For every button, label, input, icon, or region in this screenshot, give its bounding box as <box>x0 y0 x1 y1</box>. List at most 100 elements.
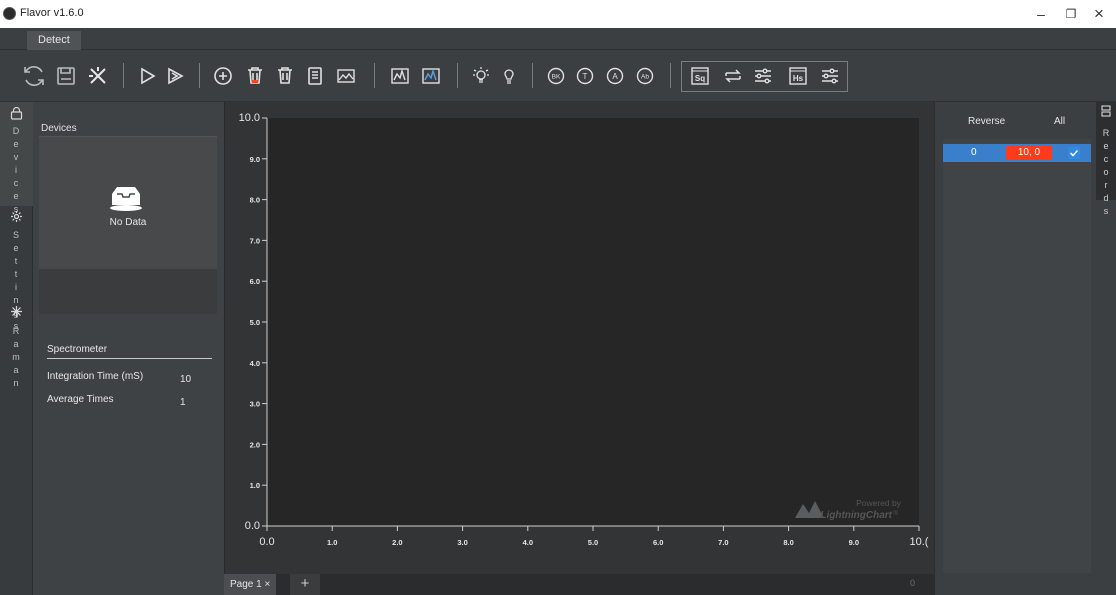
a-icon[interactable]: A <box>600 61 630 91</box>
vtab-raman-label: Raman <box>11 326 21 391</box>
tools-icon[interactable] <box>83 61 113 91</box>
hs-icon[interactable]: Hs <box>783 61 813 91</box>
left-tab-strip: Devices Settings Raman <box>0 102 33 595</box>
svg-text:BK: BK <box>552 74 561 81</box>
average-times-label: Average Times <box>47 394 114 405</box>
records-list: 0 10, 0 <box>943 139 1091 573</box>
y-tick-label: 2.0 <box>250 440 260 449</box>
light-off-icon[interactable] <box>494 61 524 91</box>
app-logo-icon <box>3 7 16 20</box>
toolbar-separator <box>123 63 124 88</box>
vtab-settings[interactable]: Settings <box>0 206 33 334</box>
bk-icon[interactable]: BK <box>541 61 571 91</box>
delete-red-icon[interactable] <box>240 61 270 91</box>
svg-text:T: T <box>583 72 588 81</box>
spectrum-icon[interactable] <box>385 61 415 91</box>
record-checkbox[interactable] <box>1068 147 1080 159</box>
record-value: 10, 0 <box>1006 146 1052 160</box>
spectrum-chart[interactable]: 0.0 1.0 2.0 3.0 4.0 5.0 6.0 7.0 8.0 9.0 10.0 0.0 1.… <box>224 102 934 574</box>
document-icon[interactable] <box>300 61 330 91</box>
svg-text:Ab: Ab <box>641 74 649 81</box>
play-outline-icon[interactable] <box>160 61 190 91</box>
device-list[interactable]: No Data <box>39 136 217 314</box>
y-tick-label: 1.0 <box>250 481 260 490</box>
vtab-raman[interactable]: Raman <box>0 302 33 402</box>
integration-time-value[interactable]: 10 <box>180 374 191 385</box>
image-icon[interactable] <box>331 61 361 91</box>
menu-tab-detect[interactable]: Detect <box>27 31 81 50</box>
all-header[interactable]: All <box>1054 116 1065 127</box>
delete-icon[interactable] <box>270 61 300 91</box>
t-icon[interactable]: T <box>570 61 600 91</box>
save-icon[interactable] <box>51 61 81 91</box>
window-title: Flavor v1.6.0 <box>20 7 84 19</box>
vtab-records[interactable]: Records <box>1096 102 1116 219</box>
x-tick-label: 10.( <box>910 536 929 548</box>
x-tick-label: 3.0 <box>457 538 467 547</box>
y-tick-label: 9.0 <box>250 155 260 164</box>
watermark-line2: LightningChart <box>820 510 892 521</box>
vtab-devices[interactable]: Devices <box>0 102 33 217</box>
page-tab-1[interactable]: Page 1 × <box>224 574 277 595</box>
y-tick-label: 10.0 <box>239 112 260 124</box>
page-tab-bar: Page 1 × + 0 <box>224 574 934 595</box>
close-button[interactable]: × <box>1085 4 1113 24</box>
add-page-button[interactable]: + <box>290 574 320 595</box>
empty-tray-icon <box>110 187 142 211</box>
refresh-icon[interactable] <box>19 61 49 91</box>
watermark-line1: Powered by <box>856 498 902 508</box>
toolbar-separator <box>374 63 375 88</box>
average-times-value[interactable]: 1 <box>180 397 186 408</box>
ab-icon[interactable]: Ab <box>630 61 660 91</box>
x-tick-label: 1.0 <box>327 538 337 547</box>
x-tick-label: 4.0 <box>523 538 533 547</box>
y-tick-label: 8.0 <box>250 196 260 205</box>
record-row[interactable]: 0 10, 0 <box>943 144 1091 162</box>
page-tab-close-icon[interactable]: × <box>264 579 270 590</box>
add-circle-icon[interactable] <box>208 61 238 91</box>
x-tick-label: 6.0 <box>653 538 663 547</box>
x-tick-label: 8.0 <box>783 538 793 547</box>
devices-label: Devices <box>41 123 77 134</box>
page-tab-label: Page 1 <box>230 579 262 590</box>
play-icon[interactable] <box>132 61 162 91</box>
records-icon <box>1101 105 1111 117</box>
record-index: 0 <box>971 147 977 158</box>
checkmark-icon <box>1068 147 1080 159</box>
sq-icon[interactable]: Sq <box>685 61 715 91</box>
menu-bar: Detect <box>0 28 1116 50</box>
svg-text:Hs: Hs <box>793 74 804 83</box>
y-tick-label: 0.0 <box>245 520 260 532</box>
svg-text:Sq: Sq <box>695 74 705 83</box>
devices-panel: Devices No Data Spectrometer Integration… <box>33 102 224 595</box>
x-tick-label: 9.0 <box>849 538 859 547</box>
restore-button[interactable]: ❐ <box>1057 4 1085 24</box>
x-tick-label: 0.0 <box>259 536 274 548</box>
toolbar-separator <box>670 63 671 88</box>
spectrometer-title: Spectrometer <box>47 344 212 359</box>
swap-icon[interactable] <box>718 61 748 91</box>
svg-text:A: A <box>612 72 618 81</box>
light-on-icon[interactable] <box>466 61 496 91</box>
sliders-icon[interactable] <box>748 61 778 91</box>
x-tick-label: 2.0 <box>392 538 402 547</box>
sliders-icon-2[interactable] <box>815 61 845 91</box>
starburst-icon <box>11 306 22 317</box>
title-bar: Flavor v1.6.0 – ❐ × <box>0 0 1116 28</box>
toolbar: BK T A Ab Sq Hs <box>0 50 1116 102</box>
toolbar-separator <box>457 63 458 88</box>
y-tick-label: 3.0 <box>250 400 260 409</box>
vtab-records-label: Records <box>1101 128 1111 219</box>
right-tab-strip: Records <box>1096 102 1116 595</box>
reverse-header[interactable]: Reverse <box>968 116 1005 127</box>
lock-icon <box>10 107 23 120</box>
watermark-mark: ® <box>894 510 899 517</box>
minimize-button[interactable]: – <box>1027 4 1055 24</box>
no-data-text: No Data <box>109 217 147 228</box>
spectrum-filled-icon[interactable] <box>416 61 446 91</box>
vtab-devices-label: Devices <box>11 126 21 217</box>
y-tick-label: 5.0 <box>250 318 260 327</box>
plot-area[interactable] <box>267 118 919 526</box>
gear-icon <box>11 211 22 222</box>
page-count: 0 <box>910 578 916 588</box>
